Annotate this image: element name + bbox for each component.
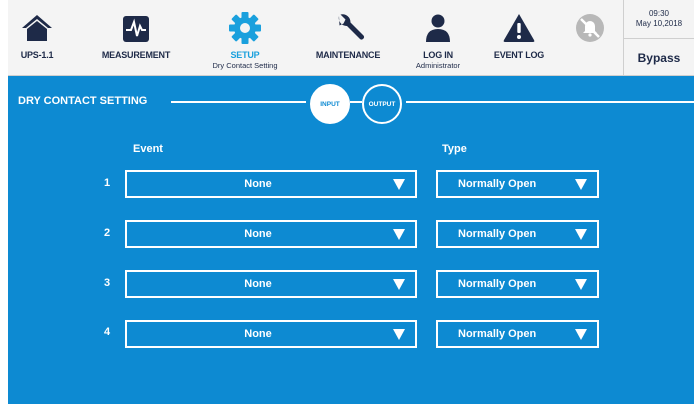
dropdown-arrow-icon (575, 329, 587, 340)
event-select-value: None (244, 328, 272, 340)
type-select-2[interactable]: Normally Open (436, 220, 599, 248)
nav-ups-home[interactable]: UPS-1.1 (10, 0, 64, 75)
divider-line (171, 101, 306, 103)
dropdown-arrow-icon (393, 279, 405, 290)
status-panel: 09:30 May 10,2018 Bypass (623, 0, 694, 75)
nav-measurement[interactable]: MEASUREMENT (96, 0, 176, 75)
input-tab-button[interactable]: INPUT (310, 84, 350, 124)
status-divider (624, 38, 694, 39)
type-select-3[interactable]: Normally Open (436, 270, 599, 298)
type-column-header: Type (442, 143, 467, 155)
user-icon (426, 14, 450, 42)
type-select-value: Normally Open (458, 228, 537, 240)
clock-time: 09:30 (648, 9, 670, 18)
dropdown-arrow-icon (575, 179, 587, 190)
nav-setup-sublabel: Dry Contact Setting (212, 61, 278, 70)
ups-touch-screen: UPS-1.1 MEASUREMENT SETUP Dry Contact Se… (8, 0, 694, 404)
type-select-4[interactable]: Normally Open (436, 320, 599, 348)
nav-login-sublabel: Administrator (415, 61, 461, 70)
mute-button[interactable] (568, 0, 612, 75)
event-select-value: None (244, 278, 272, 290)
row-number: 4 (103, 326, 111, 338)
nav-event-log-label: EVENT LOG (493, 50, 545, 60)
nav-event-log[interactable]: EVENT LOG (486, 0, 552, 75)
row-number: 3 (103, 277, 111, 289)
warning-icon (503, 14, 535, 42)
dry-contact-panel: DRY CONTACT SETTING INPUT OUTPUT Event T… (8, 76, 694, 404)
nav-maintenance[interactable]: MAINTENANCE (306, 0, 390, 75)
dropdown-arrow-icon (393, 329, 405, 340)
nav-setup[interactable]: SETUP Dry Contact Setting (198, 0, 292, 75)
nav-maintenance-label: MAINTENANCE (315, 50, 381, 60)
row-number: 2 (103, 227, 111, 239)
clock-date: May 10,2018 (635, 19, 683, 28)
gear-icon (229, 12, 261, 44)
nav-login[interactable]: LOG IN Administrator (408, 0, 468, 75)
type-select-value: Normally Open (458, 178, 537, 190)
wrench-icon (338, 14, 364, 40)
nav-ups-label: UPS-1.1 (20, 50, 54, 60)
dropdown-arrow-icon (575, 279, 587, 290)
dropdown-arrow-icon (393, 179, 405, 190)
nav-login-label: LOG IN (423, 50, 453, 60)
event-select-value: None (244, 228, 272, 240)
row-number: 1 (103, 177, 111, 189)
type-select-value: Normally Open (458, 328, 537, 340)
input-tab-label: INPUT (320, 100, 340, 108)
top-nav-bar: UPS-1.1 MEASUREMENT SETUP Dry Contact Se… (8, 0, 694, 76)
operating-mode: Bypass (637, 51, 681, 65)
nav-measurement-label: MEASUREMENT (101, 50, 171, 60)
event-select-3[interactable]: None (125, 270, 417, 298)
home-icon (22, 15, 52, 41)
divider-line (406, 101, 694, 103)
section-title: DRY CONTACT SETTING (18, 95, 148, 107)
output-tab-label: OUTPUT (368, 100, 396, 108)
type-select-value: Normally Open (458, 278, 537, 290)
dropdown-arrow-icon (393, 229, 405, 240)
output-tab-button[interactable]: OUTPUT (362, 84, 402, 124)
dropdown-arrow-icon (575, 229, 587, 240)
event-column-header: Event (133, 143, 163, 155)
waveform-icon (123, 16, 149, 42)
divider-line (350, 101, 362, 103)
buzzer-muted-icon (576, 14, 604, 42)
event-select-value: None (244, 178, 272, 190)
type-select-1[interactable]: Normally Open (436, 170, 599, 198)
event-select-2[interactable]: None (125, 220, 417, 248)
event-select-1[interactable]: None (125, 170, 417, 198)
event-select-4[interactable]: None (125, 320, 417, 348)
nav-setup-label: SETUP (230, 50, 260, 60)
